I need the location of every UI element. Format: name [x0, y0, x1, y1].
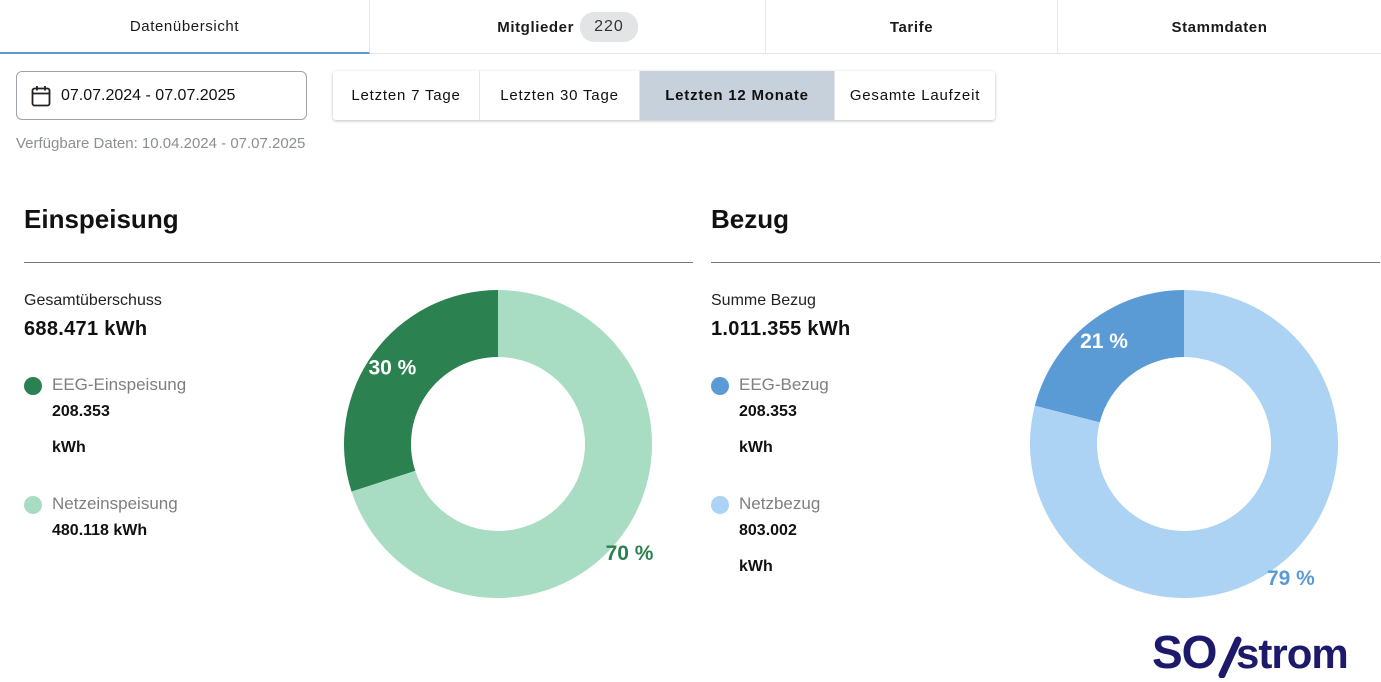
- legend-name: Netzbezug: [739, 494, 821, 513]
- donut-slice-eeg-bezug[interactable]: [1034, 290, 1184, 423]
- calendar-icon: [31, 85, 53, 107]
- donut-label-eeg-bezug: 21 %: [1080, 330, 1128, 353]
- date-range-value: 07.07.2024 - 07.07.2025: [61, 86, 236, 104]
- bezug-sum-label: Summe Bezug: [711, 292, 816, 309]
- available-data-note: Verfügbare Daten: 10.04.2024 - 07.07.202…: [16, 135, 306, 152]
- legend-name: Netzeinspeisung: [52, 494, 178, 513]
- bezug-sum-value: 1.011.355 kWh: [711, 318, 851, 340]
- legend-value: 208.353: [52, 403, 110, 420]
- tab-bar: Datenübersicht Mitglieder 220 Tarife Sta…: [0, 0, 1381, 54]
- range-label: Letzten 30 Tage: [500, 87, 619, 104]
- einspeisung-title: Einspeisung: [24, 204, 179, 234]
- range-12-months-button[interactable]: Letzten 12 Monate: [640, 71, 835, 120]
- donut-slice-eeg-einspeisung[interactable]: [344, 290, 498, 492]
- legend-dot: [711, 377, 729, 395]
- svg-text:SO: SO: [1152, 628, 1216, 678]
- legend-name: EEG-Bezug: [739, 375, 829, 394]
- donut-label-netzbezug: 79 %: [1267, 567, 1315, 590]
- tab-label: Datenübersicht: [129, 17, 240, 35]
- legend-dot: [24, 496, 42, 514]
- range-all-time-button[interactable]: Gesamte Laufzeit: [835, 71, 995, 120]
- date-range-input[interactable]: 07.07.2024 - 07.07.2025: [16, 71, 307, 120]
- sostrom-logo: SO strom: [1152, 628, 1349, 678]
- einspeisung-sum-value: 688.471 kWh: [24, 318, 148, 340]
- tab-label: Tarife: [889, 18, 934, 36]
- tab-stammdaten[interactable]: Stammdaten: [1058, 0, 1381, 54]
- range-7-days-button[interactable]: Letzten 7 Tage: [333, 71, 480, 120]
- range-30-days-button[interactable]: Letzten 30 Tage: [480, 71, 640, 120]
- member-count-badge: 220: [580, 12, 638, 42]
- donut-label-netzeinspeisung: 70 %: [606, 542, 654, 565]
- range-label: Letzten 7 Tage: [351, 87, 461, 104]
- bezug-donut-chart: 21 % 79 %: [1030, 290, 1338, 598]
- range-label: Gesamte Laufzeit: [849, 87, 981, 104]
- tab-datenuebersicht[interactable]: Datenübersicht: [0, 0, 370, 54]
- svg-text:strom: strom: [1236, 630, 1348, 677]
- tab-label: Stammdaten: [1171, 18, 1268, 36]
- legend-unit: kWh: [739, 558, 773, 575]
- legend-value: 208.353: [739, 403, 797, 420]
- legend-dot: [24, 377, 42, 395]
- legend-value: 480.118 kWh: [52, 522, 148, 539]
- legend-dot: [711, 496, 729, 514]
- legend-value: 803.002: [739, 522, 797, 539]
- einspeisung-sum-label: Gesamtüberschuss: [24, 292, 162, 309]
- tab-label: Mitglieder: [497, 18, 575, 36]
- legend-name: EEG-Einspeisung: [52, 375, 187, 394]
- range-button-group: Letzten 7 Tage Letzten 30 Tage Letzten 1…: [333, 71, 995, 120]
- range-label: Letzten 12 Monate: [665, 87, 809, 104]
- donut-label-eeg-einspeisung: 30 %: [368, 356, 416, 379]
- legend-unit: kWh: [52, 439, 86, 456]
- tab-mitglieder[interactable]: Mitglieder 220: [370, 0, 766, 54]
- bezug-title: Bezug: [711, 204, 789, 234]
- einspeisung-divider: [24, 262, 693, 263]
- bezug-divider: [711, 262, 1380, 263]
- tab-tarife[interactable]: Tarife: [766, 0, 1058, 54]
- legend-unit: kWh: [739, 439, 773, 456]
- einspeisung-donut-chart: 30 % 70 %: [344, 290, 654, 598]
